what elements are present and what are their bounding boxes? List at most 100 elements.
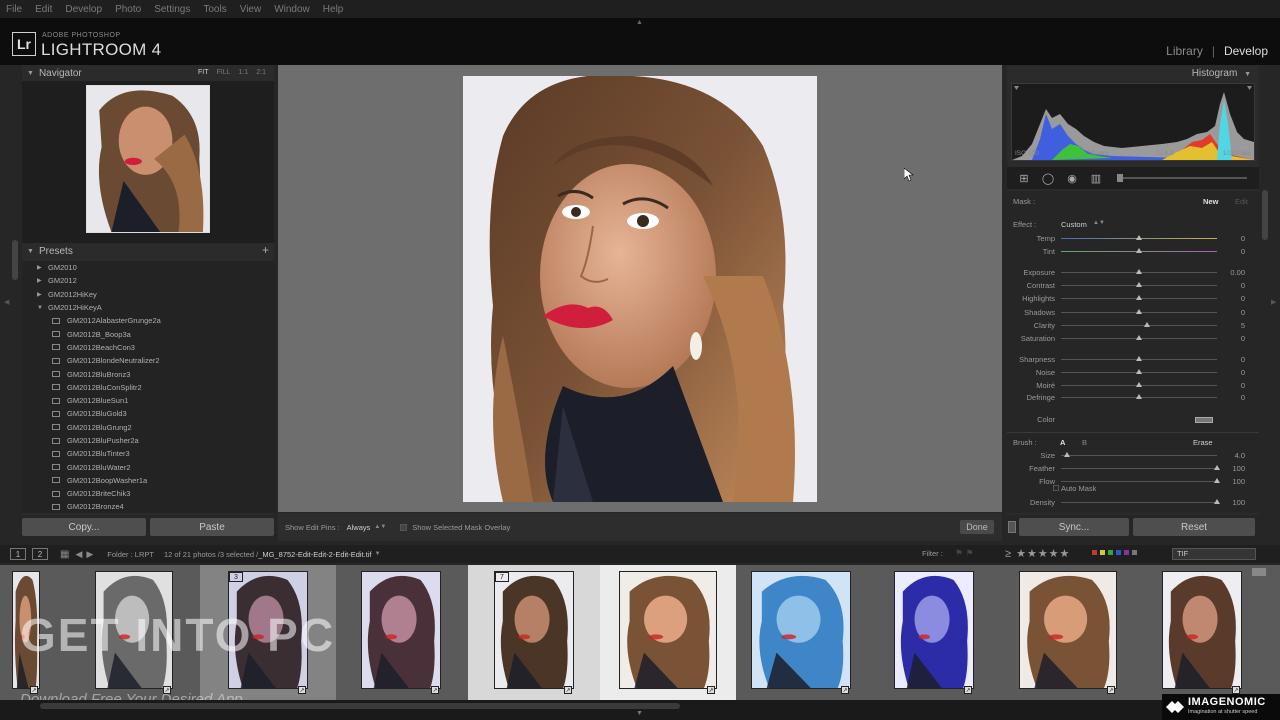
filmstrip-cell[interactable]: ↗ bbox=[996, 565, 1126, 700]
left-panel-toggle-icon[interactable]: ◀ bbox=[4, 298, 9, 306]
filmstrip-cell[interactable]: ↗ bbox=[736, 565, 866, 700]
main-photo[interactable] bbox=[463, 76, 817, 502]
slider-thumb[interactable] bbox=[1064, 452, 1071, 457]
menu-file[interactable]: File bbox=[6, 4, 22, 15]
filmstrip-cell[interactable]: 7 ↗ bbox=[468, 565, 600, 700]
current-filename[interactable]: _MG_8752-Edit-Edit-2-Edit-Edit.tif bbox=[258, 550, 371, 559]
right-panel-toggle-icon[interactable]: ▶ bbox=[1271, 298, 1276, 306]
zoom-1-1[interactable]: 1:1 bbox=[239, 69, 249, 76]
yellow-label-chip[interactable] bbox=[1100, 550, 1105, 555]
menu-tools[interactable]: Tools bbox=[203, 4, 226, 15]
preset-item[interactable]: GM2012BluBronz3 bbox=[22, 367, 274, 380]
collapsed-triangle-icon[interactable]: ▶ bbox=[37, 264, 43, 271]
red-eye-icon[interactable]: ◉ bbox=[1065, 172, 1079, 185]
presets-header[interactable]: ▼ Presets + bbox=[22, 243, 274, 259]
filmstrip-cell[interactable]: ↗ bbox=[1126, 565, 1280, 700]
slider-thumb[interactable] bbox=[1136, 235, 1142, 240]
preset-item[interactable]: GM2012BoopWasher1a bbox=[22, 474, 274, 487]
preset-item[interactable]: GM2012BeachCon3 bbox=[22, 341, 274, 354]
slider-thumb[interactable] bbox=[1136, 282, 1142, 288]
green-label-chip[interactable] bbox=[1108, 550, 1113, 555]
brush-tool-slider[interactable] bbox=[1119, 177, 1247, 179]
auto-sync-switch[interactable] bbox=[1008, 521, 1016, 533]
preset-item[interactable]: GM2012BluTinter3 bbox=[22, 447, 274, 460]
auto-mask-checkbox[interactable] bbox=[1053, 485, 1059, 491]
updown-arrows-icon[interactable]: ▲▼ bbox=[1093, 220, 1105, 226]
slider-track[interactable] bbox=[1061, 502, 1217, 503]
filmstrip-thumbnail[interactable] bbox=[751, 571, 851, 689]
preset-item[interactable]: GM2012BlondeNeutralizer2 bbox=[22, 354, 274, 367]
expanded-triangle-icon[interactable]: ▼ bbox=[37, 305, 43, 311]
navigator-thumbnail[interactable] bbox=[86, 85, 210, 233]
crop-icon[interactable]: ⊞ bbox=[1017, 172, 1031, 185]
menu-photo[interactable]: Photo bbox=[115, 4, 141, 15]
mask-new-button[interactable]: New bbox=[1203, 197, 1218, 206]
sync-button[interactable]: Sync... bbox=[1019, 518, 1129, 536]
slider-thumb[interactable] bbox=[1136, 335, 1142, 340]
mask-edit-button[interactable]: Edit bbox=[1235, 197, 1248, 206]
collapsed-triangle-icon[interactable]: ▶ bbox=[37, 277, 43, 284]
left-panel-scrollbar[interactable] bbox=[12, 240, 18, 280]
menu-window[interactable]: Window bbox=[274, 4, 310, 15]
menu-edit[interactable]: Edit bbox=[35, 4, 52, 15]
preset-item[interactable]: GM2012BriteChik3 bbox=[22, 487, 274, 500]
slider-thumb[interactable] bbox=[1136, 394, 1142, 400]
filmstrip-thumbnail[interactable] bbox=[619, 571, 717, 689]
red-label-chip[interactable] bbox=[1092, 550, 1097, 555]
right-panel-scrollbar[interactable] bbox=[1262, 190, 1268, 240]
preset-folder[interactable]: ▶ GM2012HiKey bbox=[22, 288, 274, 301]
purple-label-chip[interactable] bbox=[1124, 550, 1129, 555]
module-library[interactable]: Library bbox=[1166, 44, 1203, 58]
filmstrip-menu-icon[interactable] bbox=[1252, 568, 1266, 576]
slider-thumb[interactable] bbox=[1214, 465, 1220, 470]
slider-track[interactable] bbox=[1061, 324, 1217, 326]
module-develop[interactable]: Develop bbox=[1224, 44, 1268, 58]
done-button[interactable]: Done bbox=[960, 520, 994, 534]
spot-removal-icon[interactable]: ◯ bbox=[1041, 172, 1055, 185]
menu-help[interactable]: Help bbox=[323, 4, 344, 15]
slider-thumb[interactable] bbox=[1136, 248, 1142, 253]
zoom-fill[interactable]: FILL bbox=[217, 69, 231, 76]
nav-arrows-icon[interactable]: ◀▶ bbox=[75, 549, 97, 560]
filmstrip-thumbnail[interactable] bbox=[361, 571, 441, 689]
primary-window-button[interactable]: 1 bbox=[10, 548, 26, 560]
menu-develop[interactable]: Develop bbox=[65, 4, 102, 15]
preset-item[interactable]: GM2012BluWater2 bbox=[22, 460, 274, 473]
rating-filter[interactable]: ≥ ★★★★★ bbox=[1005, 547, 1070, 560]
filmstrip-scroll-thumb[interactable] bbox=[40, 703, 680, 709]
preset-item[interactable]: GM2012BluGold3 bbox=[22, 407, 274, 420]
histogram-header[interactable]: Histogram ▼ bbox=[1192, 68, 1251, 79]
slider-thumb[interactable] bbox=[1136, 269, 1142, 274]
preset-item[interactable]: GM2012Bronze4 bbox=[22, 500, 274, 513]
brush-tool-icon[interactable] bbox=[1117, 174, 1123, 182]
slider-thumb[interactable] bbox=[1214, 499, 1220, 504]
preset-folder[interactable]: ▼ GM2012HiKeyA bbox=[22, 301, 274, 314]
secondary-window-button[interactable]: 2 bbox=[32, 548, 48, 560]
graduated-filter-icon[interactable]: ▥ bbox=[1089, 172, 1103, 185]
reset-button[interactable]: Reset bbox=[1133, 518, 1255, 536]
brush-a-button[interactable]: A bbox=[1060, 438, 1065, 447]
brush-b-button[interactable]: B bbox=[1082, 438, 1087, 447]
filmstrip-cell[interactable]: ↗ bbox=[600, 565, 736, 700]
filename-dropdown-icon[interactable]: ▼ bbox=[375, 551, 381, 557]
collapsed-triangle-icon[interactable]: ▶ bbox=[37, 291, 43, 298]
navigator-preview[interactable] bbox=[22, 81, 274, 247]
mask-overlay-checkbox[interactable] bbox=[400, 523, 408, 531]
slider-thumb[interactable] bbox=[1136, 368, 1142, 374]
preset-item[interactable]: GM2012BluConSplitr2 bbox=[22, 381, 274, 394]
show-edit-pins-select[interactable]: Always bbox=[347, 523, 371, 532]
copy-button[interactable]: Copy... bbox=[22, 518, 146, 536]
slider-track[interactable] bbox=[1061, 468, 1217, 469]
filmstrip-thumbnail[interactable] bbox=[1019, 571, 1117, 689]
gray-label-chip[interactable] bbox=[1132, 550, 1137, 555]
preset-item[interactable]: GM2012B_Boop3a bbox=[22, 327, 274, 340]
slider-track[interactable] bbox=[1061, 481, 1217, 482]
filmstrip-cell[interactable]: ↗ bbox=[336, 565, 468, 700]
color-label-filter[interactable] bbox=[1092, 550, 1137, 555]
menu-settings[interactable]: Settings bbox=[154, 4, 190, 15]
effect-select[interactable]: Custom bbox=[1061, 220, 1087, 229]
bottom-panel-toggle-icon[interactable]: ▼ bbox=[636, 710, 643, 717]
preset-folder[interactable]: ▶ GM2012 bbox=[22, 274, 274, 287]
folder-label[interactable]: Folder : LRPT bbox=[107, 550, 154, 559]
filmstrip-thumbnail[interactable] bbox=[894, 571, 974, 689]
